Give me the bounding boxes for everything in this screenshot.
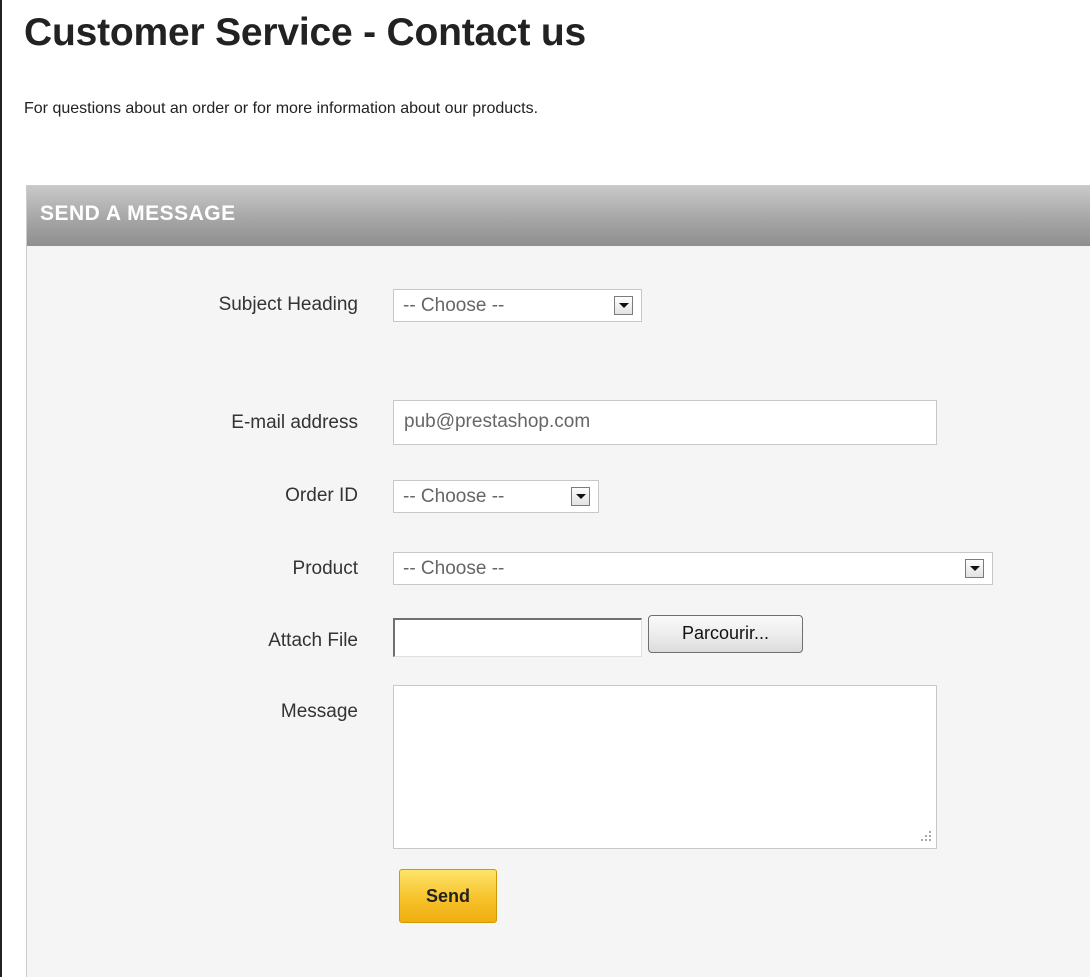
order-id-select-value: -- Choose -- — [403, 486, 505, 507]
contact-page: Customer Service - Contact us For questi… — [0, 0, 1090, 977]
email-field[interactable]: pub@prestashop.com — [393, 400, 937, 445]
product-select-value: -- Choose -- — [403, 558, 505, 579]
order-id-select[interactable]: -- Choose -- — [393, 480, 599, 513]
contact-form-panel: SEND A MESSAGE Subject Heading -- Choose… — [26, 185, 1090, 977]
form-header-title: SEND A MESSAGE — [40, 202, 236, 225]
attach-file-label: Attach File — [268, 630, 358, 651]
send-button[interactable]: Send — [399, 869, 497, 923]
subject-select-value: -- Choose -- — [403, 295, 505, 316]
subject-select[interactable]: -- Choose -- — [393, 289, 642, 322]
order-id-label: Order ID — [285, 485, 358, 506]
intro-text: For questions about an order or for more… — [24, 100, 539, 117]
page-title: Customer Service - Contact us — [24, 11, 587, 54]
file-path-field[interactable] — [393, 618, 642, 657]
email-label: E-mail address — [231, 412, 358, 433]
chevron-down-icon — [614, 296, 633, 315]
subject-label: Subject Heading — [218, 294, 358, 315]
chevron-down-icon — [965, 559, 984, 578]
resize-grip-icon[interactable] — [919, 831, 931, 843]
form-header-bar: SEND A MESSAGE — [27, 186, 1090, 246]
browse-button[interactable]: Parcourir... — [648, 615, 803, 653]
product-label: Product — [292, 558, 358, 579]
message-label: Message — [280, 701, 358, 722]
chevron-down-icon — [571, 487, 590, 506]
product-select[interactable]: -- Choose -- — [393, 552, 993, 585]
message-textarea[interactable] — [393, 685, 937, 849]
